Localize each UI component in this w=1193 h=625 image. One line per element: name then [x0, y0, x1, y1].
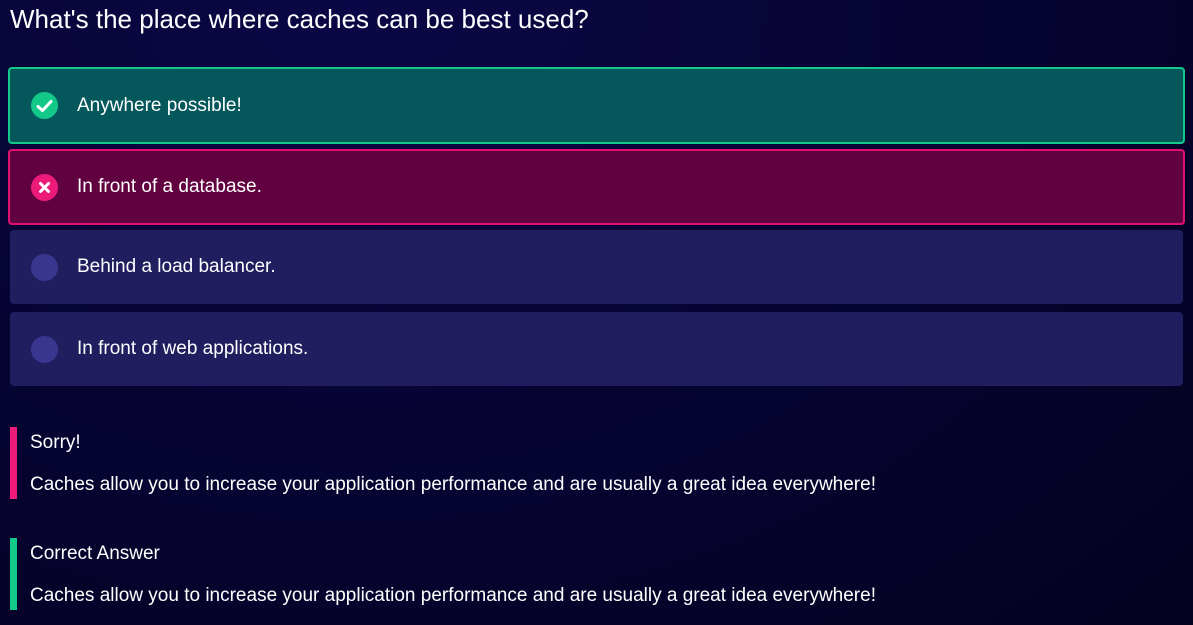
feedback-text: Caches allow you to increase your applic… — [30, 585, 876, 606]
answer-options: Anywhere possible! In front of a databas… — [8, 67, 1185, 394]
option-in-front-of-web-apps[interactable]: In front of web applications. — [10, 312, 1183, 386]
feedback-title: Correct Answer — [30, 543, 160, 564]
option-label: In front of web applications. — [77, 338, 309, 359]
feedback-title: Sorry! — [30, 432, 81, 453]
option-anywhere-possible[interactable]: Anywhere possible! — [8, 67, 1185, 144]
option-label: In front of a database. — [77, 176, 262, 197]
empty-circle-icon — [31, 253, 58, 281]
check-icon — [31, 92, 58, 119]
option-label: Anywhere possible! — [77, 94, 242, 116]
correct-answer-feedback: Correct Answer Caches allow you to incre… — [10, 538, 1010, 610]
option-label: Behind a load balancer. — [77, 256, 276, 277]
empty-circle-icon — [31, 335, 58, 363]
option-in-front-of-database[interactable]: In front of a database. — [8, 149, 1185, 225]
feedback-text: Caches allow you to increase your applic… — [30, 474, 876, 495]
question-title: What's the place where caches can be bes… — [10, 4, 589, 34]
sorry-feedback: Sorry! Caches allow you to increase your… — [10, 427, 1010, 499]
cross-icon — [31, 173, 58, 201]
feedback-accent-bar — [10, 538, 17, 610]
option-behind-load-balancer[interactable]: Behind a load balancer. — [10, 230, 1183, 304]
feedback-accent-bar — [10, 427, 17, 499]
